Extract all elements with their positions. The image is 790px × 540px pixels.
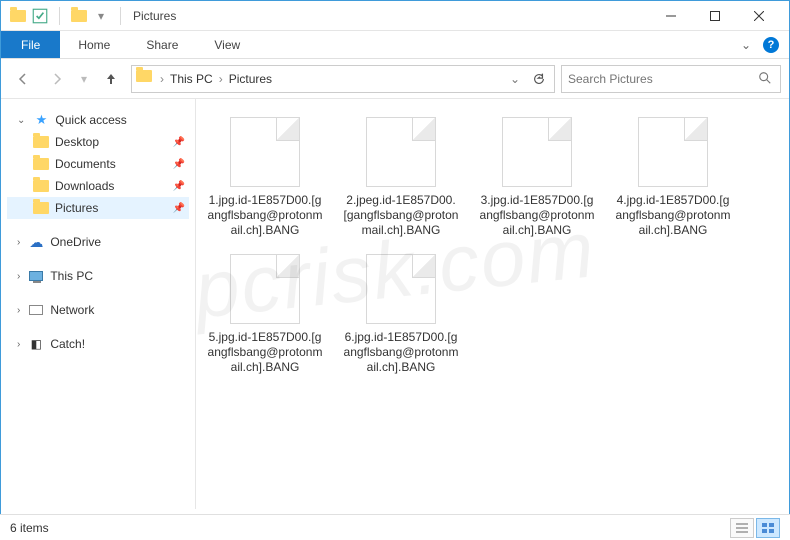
app-icon: ◧ (28, 336, 44, 352)
item-count: 6 items (10, 521, 49, 535)
file-tab[interactable]: File (1, 31, 60, 58)
folder-icon (33, 200, 49, 216)
sidebar-catch[interactable]: › ◧ Catch! (7, 333, 189, 355)
up-button[interactable] (97, 65, 125, 93)
file-name: 1.jpg.id-1E857D00.[gangflsbang@protonmai… (206, 193, 324, 238)
icons-view-button[interactable] (756, 518, 780, 538)
separator (59, 7, 60, 25)
sidebar-item-label: Catch! (50, 337, 85, 351)
tab-share[interactable]: Share (128, 31, 196, 58)
sidebar-quick-access[interactable]: ⌄ ★ Quick access (7, 109, 189, 131)
search-input[interactable] (568, 72, 758, 86)
address-bar: ▾ › This PC › Pictures ⌄ (1, 59, 789, 99)
chevron-right-icon: › (17, 271, 20, 282)
sidebar-item-label: Documents (55, 157, 116, 171)
details-view-button[interactable] (730, 518, 754, 538)
pin-icon: 📌 (173, 159, 185, 170)
file-name: 2.jpeg.id-1E857D00.[gangflsbang@protonma… (342, 193, 460, 238)
sidebar-item-pictures[interactable]: Pictures 📌 (7, 197, 189, 219)
monitor-icon (28, 268, 44, 284)
tab-view[interactable]: View (196, 31, 258, 58)
file-thumbnail (638, 117, 708, 187)
file-name: 6.jpg.id-1E857D00.[gangflsbang@protonmai… (342, 330, 460, 375)
network-icon (28, 302, 44, 318)
sidebar-item-label: Network (50, 303, 94, 317)
sidebar-item-label: Quick access (55, 113, 126, 127)
sidebar-item-label: Desktop (55, 135, 99, 149)
breadcrumb-pictures[interactable]: Pictures (225, 72, 276, 86)
folder-icon (136, 70, 154, 88)
sidebar-item-documents[interactable]: Documents 📌 (7, 153, 189, 175)
pin-icon: 📌 (173, 137, 185, 148)
back-button[interactable] (9, 65, 37, 93)
file-thumbnail (502, 117, 572, 187)
titlebar: ▾ Pictures (1, 1, 789, 31)
folder-icon (33, 134, 49, 150)
help-icon[interactable]: ? (763, 37, 779, 53)
file-item[interactable]: 6.jpg.id-1E857D00.[gangflsbang@protonmai… (338, 250, 464, 379)
chevron-down-icon: ⌄ (17, 115, 25, 126)
chevron-right-icon: › (17, 339, 20, 350)
file-thumbnail (230, 117, 300, 187)
file-name: 5.jpg.id-1E857D00.[gangflsbang@protonmai… (206, 330, 324, 375)
close-button[interactable] (737, 2, 781, 30)
sidebar-onedrive[interactable]: › ☁ OneDrive (7, 231, 189, 253)
star-icon: ★ (33, 112, 49, 128)
cloud-icon: ☁ (28, 234, 44, 250)
recent-dropdown-icon[interactable]: ▾ (77, 65, 91, 93)
file-item[interactable]: 4.jpg.id-1E857D00.[gangflsbang@protonmai… (610, 113, 736, 242)
window-controls (649, 2, 781, 30)
history-dropdown-icon[interactable]: ⌄ (504, 68, 526, 90)
pin-icon: 📌 (173, 203, 185, 214)
refresh-icon[interactable] (528, 68, 550, 90)
search-icon[interactable] (758, 71, 774, 87)
file-item[interactable]: 1.jpg.id-1E857D00.[gangflsbang@protonmai… (202, 113, 328, 242)
chevron-right-icon: › (17, 237, 20, 248)
file-name: 4.jpg.id-1E857D00.[gangflsbang@protonmai… (614, 193, 732, 238)
folder-icon (33, 178, 49, 194)
status-bar: 6 items (0, 514, 790, 540)
main-area: ⌄ ★ Quick access Desktop📌Documents📌Downl… (1, 99, 789, 509)
forward-button[interactable] (43, 65, 71, 93)
sidebar-item-label: This PC (50, 269, 93, 283)
file-thumbnail (230, 254, 300, 324)
chevron-right-icon[interactable]: › (158, 72, 166, 86)
sidebar-item-label: OneDrive (50, 235, 101, 249)
pin-icon: 📌 (173, 181, 185, 192)
sidebar-item-downloads[interactable]: Downloads 📌 (7, 175, 189, 197)
separator (120, 7, 121, 25)
tab-home[interactable]: Home (60, 31, 128, 58)
sidebar-item-label: Pictures (55, 201, 98, 215)
qat-dropdown-icon[interactable]: ▾ (92, 7, 110, 25)
file-item[interactable]: 3.jpg.id-1E857D00.[gangflsbang@protonmai… (474, 113, 600, 242)
file-name: 3.jpg.id-1E857D00.[gangflsbang@protonmai… (478, 193, 596, 238)
chevron-right-icon: › (17, 305, 20, 316)
quick-access-toolbar: ▾ (9, 7, 127, 25)
minimize-button[interactable] (649, 2, 693, 30)
file-item[interactable]: 2.jpeg.id-1E857D00.[gangflsbang@protonma… (338, 113, 464, 242)
folder-icon (9, 7, 27, 25)
chevron-right-icon[interactable]: › (217, 72, 225, 86)
sidebar-item-desktop[interactable]: Desktop 📌 (7, 131, 189, 153)
sidebar-item-label: Downloads (55, 179, 114, 193)
file-item[interactable]: 5.jpg.id-1E857D00.[gangflsbang@protonmai… (202, 250, 328, 379)
folder-icon[interactable] (70, 7, 88, 25)
ribbon-expand-icon[interactable]: ⌄ (741, 38, 751, 52)
breadcrumb[interactable]: › This PC › Pictures ⌄ (131, 65, 555, 93)
file-thumbnail (366, 117, 436, 187)
sidebar-thispc[interactable]: › This PC (7, 265, 189, 287)
properties-icon[interactable] (31, 7, 49, 25)
window-title: Pictures (133, 9, 176, 23)
maximize-button[interactable] (693, 2, 737, 30)
search-box[interactable] (561, 65, 781, 93)
sidebar-network[interactable]: › Network (7, 299, 189, 321)
file-thumbnail (366, 254, 436, 324)
breadcrumb-thispc[interactable]: This PC (166, 72, 217, 86)
folder-icon (33, 156, 49, 172)
ribbon: File Home Share View ⌄ ? (1, 31, 789, 59)
file-list[interactable]: 1.jpg.id-1E857D00.[gangflsbang@protonmai… (196, 99, 789, 509)
navigation-pane: ⌄ ★ Quick access Desktop📌Documents📌Downl… (1, 99, 196, 509)
